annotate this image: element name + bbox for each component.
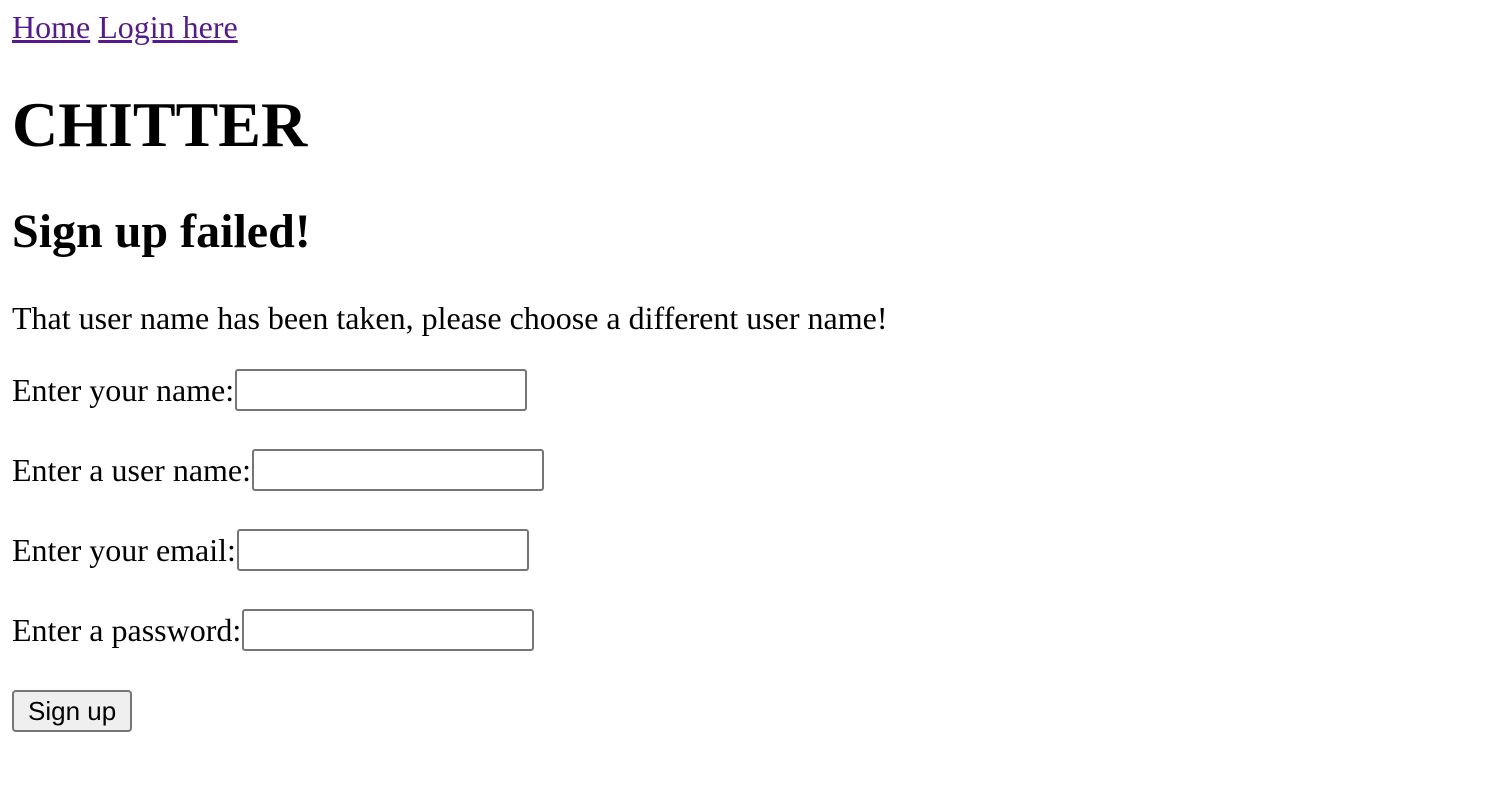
- email-row: Enter your email:: [12, 529, 529, 571]
- password-input[interactable]: [242, 609, 535, 651]
- login-link[interactable]: Login here: [98, 9, 238, 45]
- name-input[interactable]: [235, 369, 528, 411]
- name-label: Enter your name:: [12, 371, 235, 408]
- username-row: Enter a user name:: [12, 449, 544, 491]
- password-row: Enter a password:: [12, 609, 535, 651]
- home-link[interactable]: Home: [12, 9, 90, 45]
- error-message: That user name has been taken, please ch…: [12, 300, 888, 336]
- username-label: Enter a user name:: [12, 451, 251, 488]
- top-nav: Home Login here: [12, 8, 238, 46]
- error-heading: Sign up failed!: [12, 205, 311, 258]
- email-input[interactable]: [236, 529, 529, 571]
- email-label: Enter your email:: [12, 531, 236, 568]
- username-input[interactable]: [252, 449, 544, 491]
- sign-up-button[interactable]: Sign up: [12, 690, 133, 732]
- password-label: Enter a password:: [12, 611, 242, 648]
- site-title: CHITTER: [12, 89, 308, 160]
- name-row: Enter your name:: [12, 369, 528, 411]
